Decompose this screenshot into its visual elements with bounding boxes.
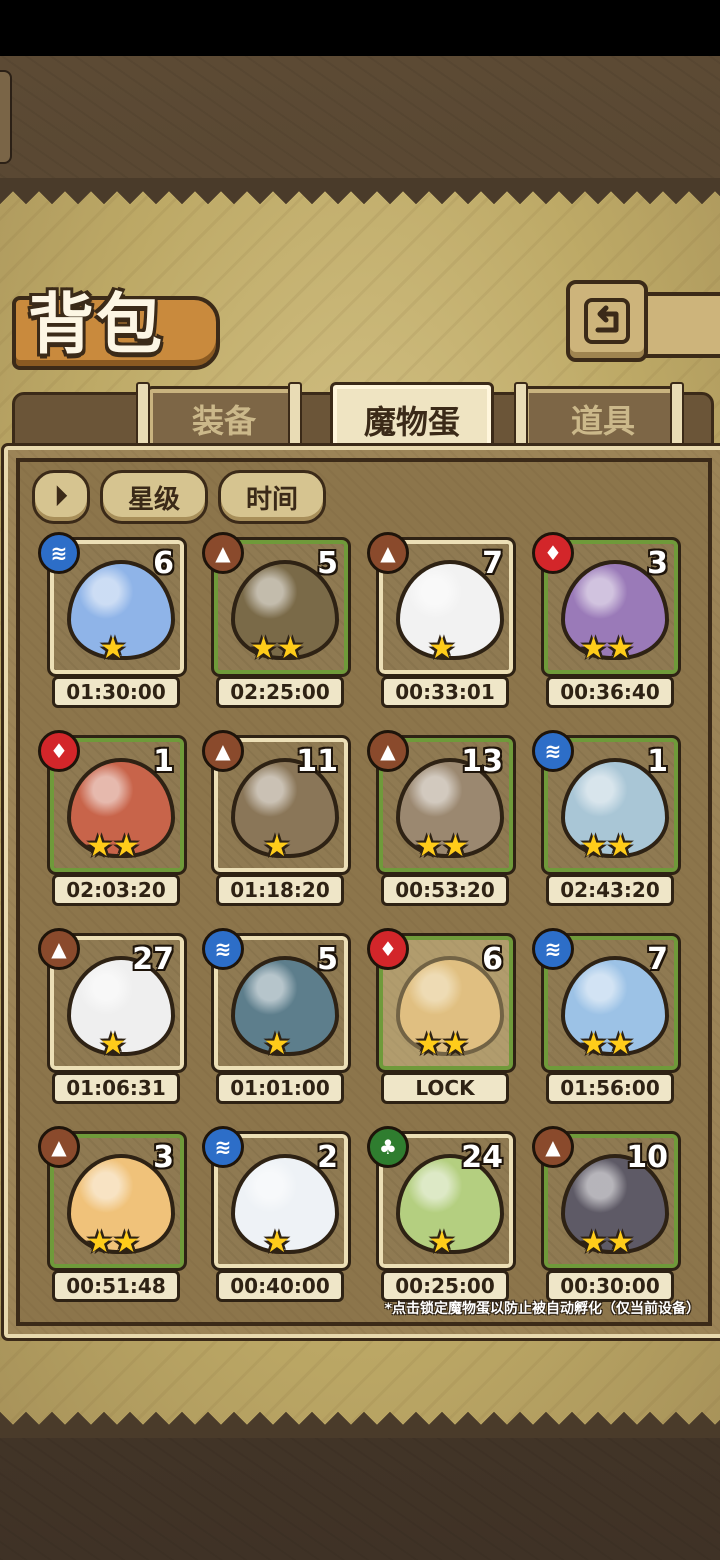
star-rating: ★ [263, 829, 291, 864]
hatch-timer: 01:06:31 [52, 1072, 180, 1104]
earth-element-icon: ▲ [38, 1126, 80, 1168]
egg-slot[interactable]: 24 ♣ ★ 00:25:00 [367, 1126, 535, 1302]
tab-equipment[interactable]: 装备 [146, 386, 302, 452]
egg-count: 11 [296, 744, 338, 779]
hatch-timer: 01:30:00 [52, 676, 180, 708]
egg-count: 1 [647, 744, 668, 779]
egg-slot[interactable]: 2 ≋ ★ 00:40:00 [202, 1126, 370, 1302]
egg-count: 10 [626, 1140, 668, 1175]
hatch-timer: 02:43:20 [546, 874, 674, 906]
earth-element-icon: ▲ [367, 532, 409, 574]
egg-count: 6 [482, 942, 503, 977]
lock-hint-text: *点击锁定魔物蛋以防止被自动孵化（仅当前设备） [384, 1301, 700, 1317]
earth-element-icon: ▲ [38, 928, 80, 970]
egg-count: 2 [317, 1140, 338, 1175]
egg-slot[interactable]: 1 ≋ ★★ 02:43:20 [532, 730, 700, 906]
page-title: 背包 [28, 286, 164, 363]
hatch-timer: 01:01:00 [216, 1072, 344, 1104]
parchment-edge-bottom [0, 1412, 720, 1438]
star-rating: ★★ [580, 631, 634, 666]
egg-slot[interactable]: 13 ▲ ★★ 00:53:20 [367, 730, 535, 906]
star-rating: ★ [428, 631, 456, 666]
tab-post [288, 382, 302, 446]
water-element-icon: ≋ [38, 532, 80, 574]
egg-slot[interactable]: 6 ≋ ★ 01:30:00 [38, 532, 206, 708]
star-rating: ★★ [580, 1225, 634, 1260]
egg-slot[interactable]: 7 ≋ ★★ 01:56:00 [532, 928, 700, 1104]
sort-by-time-button[interactable]: 时间 [218, 470, 326, 524]
water-element-icon: ≋ [532, 730, 574, 772]
hatch-timer: 00:53:20 [381, 874, 509, 906]
hatch-timer: 02:25:00 [216, 676, 344, 708]
star-rating: ★★ [415, 1027, 469, 1062]
star-rating: ★ [263, 1027, 291, 1062]
fire-element-icon: ♦ [38, 730, 80, 772]
egg-count: 7 [647, 942, 668, 977]
earth-element-icon: ▲ [532, 1126, 574, 1168]
fire-element-icon: ♦ [367, 928, 409, 970]
egg-count: 5 [317, 546, 338, 581]
lock-label: LOCK [381, 1072, 509, 1104]
water-element-icon: ≋ [202, 928, 244, 970]
star-rating: ★★ [580, 829, 634, 864]
status-bar [0, 0, 720, 56]
tab-post [514, 382, 528, 446]
egg-slot[interactable]: 10 ▲ ★★ 00:30:00 [532, 1126, 700, 1302]
egg-count: 7 [482, 546, 503, 581]
water-element-icon: ≋ [202, 1126, 244, 1168]
sort-order-toggle[interactable]: ⏵ [32, 470, 90, 524]
egg-count: 24 [461, 1140, 503, 1175]
sort-by-star-button[interactable]: 星级 [100, 470, 208, 524]
egg-count: 13 [461, 744, 503, 779]
egg-count: 3 [153, 1140, 174, 1175]
parchment-edge-top [0, 178, 720, 204]
wood-element-icon: ♣ [367, 1126, 409, 1168]
hatch-timer: 00:40:00 [216, 1270, 344, 1302]
tab-post [670, 382, 684, 446]
star-rating: ★★ [415, 829, 469, 864]
back-button-rail [640, 292, 720, 358]
egg-slot[interactable]: 5 ≋ ★ 01:01:00 [202, 928, 370, 1104]
water-element-icon: ≋ [532, 928, 574, 970]
egg-slot[interactable]: 3 ♦ ★★ 00:36:40 [532, 532, 700, 708]
star-rating: ★ [263, 1225, 291, 1260]
egg-slot[interactable]: 27 ▲ ★ 01:06:31 [38, 928, 206, 1104]
fire-element-icon: ♦ [532, 532, 574, 574]
egg-slot[interactable]: 6 ♦ ★★ LOCK [367, 928, 535, 1104]
earth-element-icon: ▲ [202, 532, 244, 574]
egg-count: 27 [132, 942, 174, 977]
star-rating: ★★ [86, 829, 140, 864]
back-button[interactable] [566, 280, 648, 362]
hatch-timer: 00:36:40 [546, 676, 674, 708]
earth-element-icon: ▲ [367, 730, 409, 772]
hatch-timer: 01:18:20 [216, 874, 344, 906]
star-rating: ★★ [580, 1027, 634, 1062]
egg-slot[interactable]: 7 ▲ ★ 00:33:01 [367, 532, 535, 708]
egg-count: 3 [647, 546, 668, 581]
tab-post [136, 382, 150, 446]
star-rating: ★ [99, 631, 127, 666]
sort-toggle-icon: ⏵ [54, 481, 68, 512]
hatch-timer: 01:56:00 [546, 1072, 674, 1104]
earth-element-icon: ▲ [202, 730, 244, 772]
star-rating: ★★ [250, 631, 304, 666]
egg-slot[interactable]: 1 ♦ ★★ 02:03:20 [38, 730, 206, 906]
star-rating: ★ [428, 1225, 456, 1260]
star-rating: ★★ [86, 1225, 140, 1260]
egg-slot[interactable]: 3 ▲ ★★ 00:51:48 [38, 1126, 206, 1302]
egg-count: 6 [153, 546, 174, 581]
egg-slot[interactable]: 11 ▲ ★ 01:18:20 [202, 730, 370, 906]
hatch-timer: 00:51:48 [52, 1270, 180, 1302]
egg-slot[interactable]: 5 ▲ ★★ 02:25:00 [202, 532, 370, 708]
tab-items[interactable]: 道具 [522, 386, 684, 452]
egg-count: 5 [317, 942, 338, 977]
hatch-timer: 02:03:20 [52, 874, 180, 906]
back-arrow-icon [584, 298, 630, 344]
egg-count: 1 [153, 744, 174, 779]
side-tab[interactable] [0, 70, 12, 164]
star-rating: ★ [99, 1027, 127, 1062]
hatch-timer: 00:33:01 [381, 676, 509, 708]
